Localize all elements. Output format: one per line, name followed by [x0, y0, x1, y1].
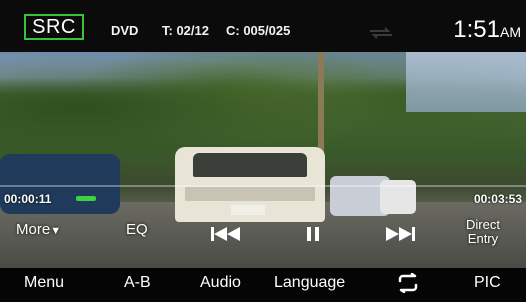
skip-previous-icon[interactable]: [210, 225, 242, 243]
direct-entry-line1: Direct: [466, 217, 500, 232]
title-number: T: 02/12: [162, 23, 209, 38]
repeat-status-icon: [366, 26, 396, 40]
media-type-label: DVD: [111, 23, 139, 38]
more-button[interactable]: More▼: [16, 221, 61, 238]
status-bar: SRC DVD T: 02/12 C: 005/025 1:51AM: [0, 0, 526, 52]
language-button[interactable]: Language: [274, 274, 345, 292]
source-button[interactable]: SRC: [24, 14, 84, 40]
pause-icon[interactable]: [305, 225, 321, 243]
dropdown-arrow-icon: ▼: [50, 225, 62, 237]
chapter-number: C: 005/025: [226, 23, 291, 38]
menu-button[interactable]: Menu: [24, 274, 64, 292]
video-frame[interactable]: [0, 52, 526, 268]
more-label: More: [16, 221, 51, 238]
progress-track[interactable]: [0, 185, 526, 187]
audio-button[interactable]: Audio: [200, 274, 241, 292]
dvd-player-screen: SRC DVD T: 02/12 C: 005/025 1:51AM 00:00…: [0, 0, 526, 302]
total-time: 00:03:53: [473, 192, 522, 206]
eq-button[interactable]: EQ: [126, 221, 148, 238]
direct-entry-button[interactable]: Direct Entry: [466, 218, 500, 246]
elapsed-time: 00:00:11: [4, 192, 52, 206]
pic-button[interactable]: PIC: [474, 274, 501, 292]
repeat-icon[interactable]: [396, 272, 420, 298]
clock: 1:51AM: [453, 16, 521, 44]
progress-fill: [76, 196, 96, 201]
video-sky: [406, 52, 526, 112]
ab-repeat-button[interactable]: A-B: [124, 274, 151, 292]
direct-entry-line2: Entry: [467, 231, 499, 246]
clock-time: 1:51: [453, 16, 500, 43]
clock-ampm: AM: [500, 24, 521, 40]
skip-next-icon[interactable]: [384, 225, 416, 243]
bottom-menu: Menu A-B Audio Language PIC: [0, 268, 526, 302]
